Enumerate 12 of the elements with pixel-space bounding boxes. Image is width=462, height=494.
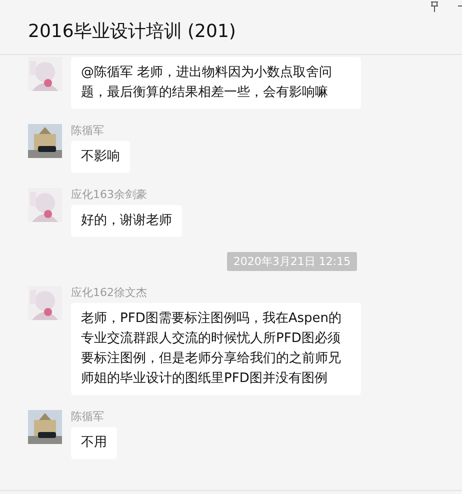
message-bubble: @陈循军 老师，进出物料因为小数点取舍问题，最后衡算的结果相差一些，会有影响嘛 [71, 57, 361, 109]
message-bubble: 好的，谢谢老师 [71, 205, 182, 237]
message-bubble: 不影响 [71, 141, 130, 173]
window-title: 2016毕业设计培训 (201) [28, 20, 236, 43]
sender-name: 应化163余剑豪 [71, 188, 148, 201]
message-bubble: 老师，PFD图需要标注图例吗，我在Aspen的专业交流群跟人交流的时候忧人所PFD图必须要标注图例，但是老师分享给我们的之前师兄师姐的毕业设计的图纸里PFD图并没有图例 [71, 303, 361, 395]
timestamp: 2020年3月21日 12:15 [227, 252, 357, 271]
sender-name: 应化162徐文杰 [71, 286, 148, 299]
pin-icon[interactable] [429, 1, 440, 13]
sender-name: 陈循军 [71, 124, 105, 137]
sender-name: 陈循军 [71, 410, 105, 423]
message-bubble: 不用 [71, 427, 117, 459]
